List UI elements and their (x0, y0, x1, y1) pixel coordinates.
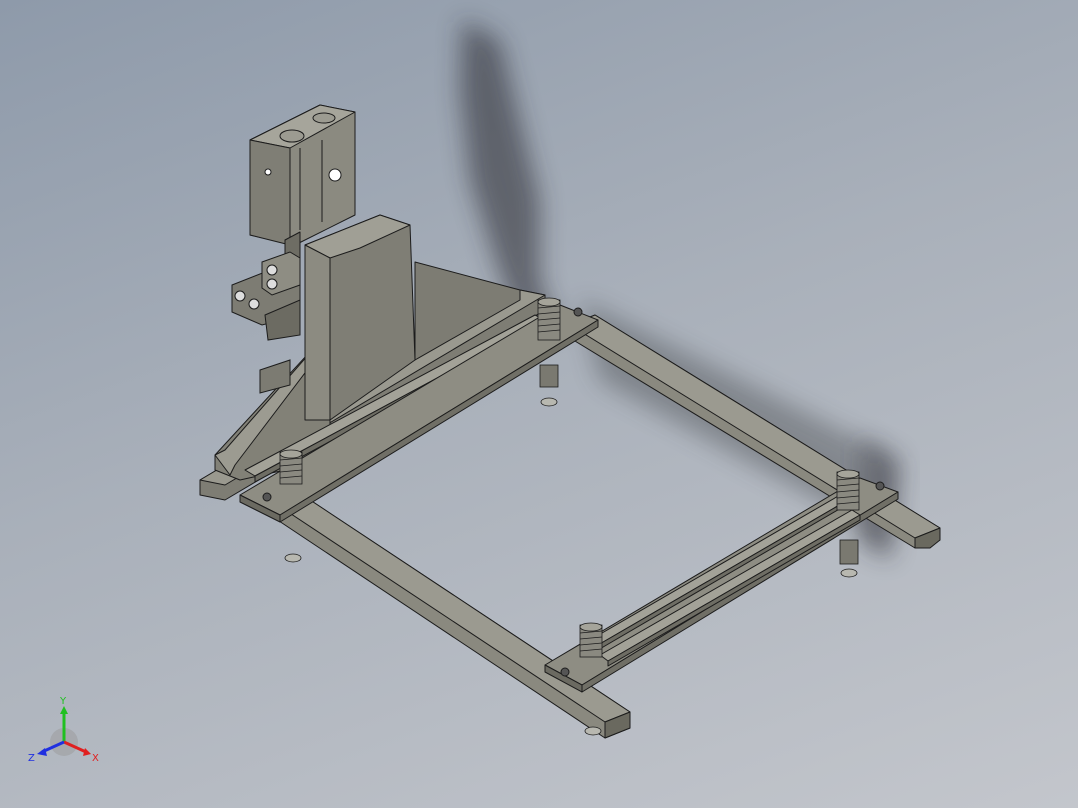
left-rail[interactable] (269, 489, 631, 739)
z-axis-label: Z (28, 753, 35, 764)
mount-hole (560, 667, 570, 677)
y-axis-label: Y (59, 696, 67, 707)
gripper-fittings[interactable] (231, 251, 301, 341)
y-axis-arrow-icon (60, 706, 68, 714)
x-axis-arrow-icon (83, 748, 91, 756)
right-rail[interactable] (569, 314, 941, 549)
x-axis-label: X (92, 753, 99, 764)
orientation-triad[interactable]: Y X Z (26, 694, 102, 770)
mount-hole (875, 481, 885, 491)
cad-model-view[interactable] (0, 0, 1078, 808)
3d-viewport[interactable]: Y X Z (0, 0, 1078, 808)
mount-hole (573, 307, 583, 317)
mount-hole (262, 492, 272, 502)
